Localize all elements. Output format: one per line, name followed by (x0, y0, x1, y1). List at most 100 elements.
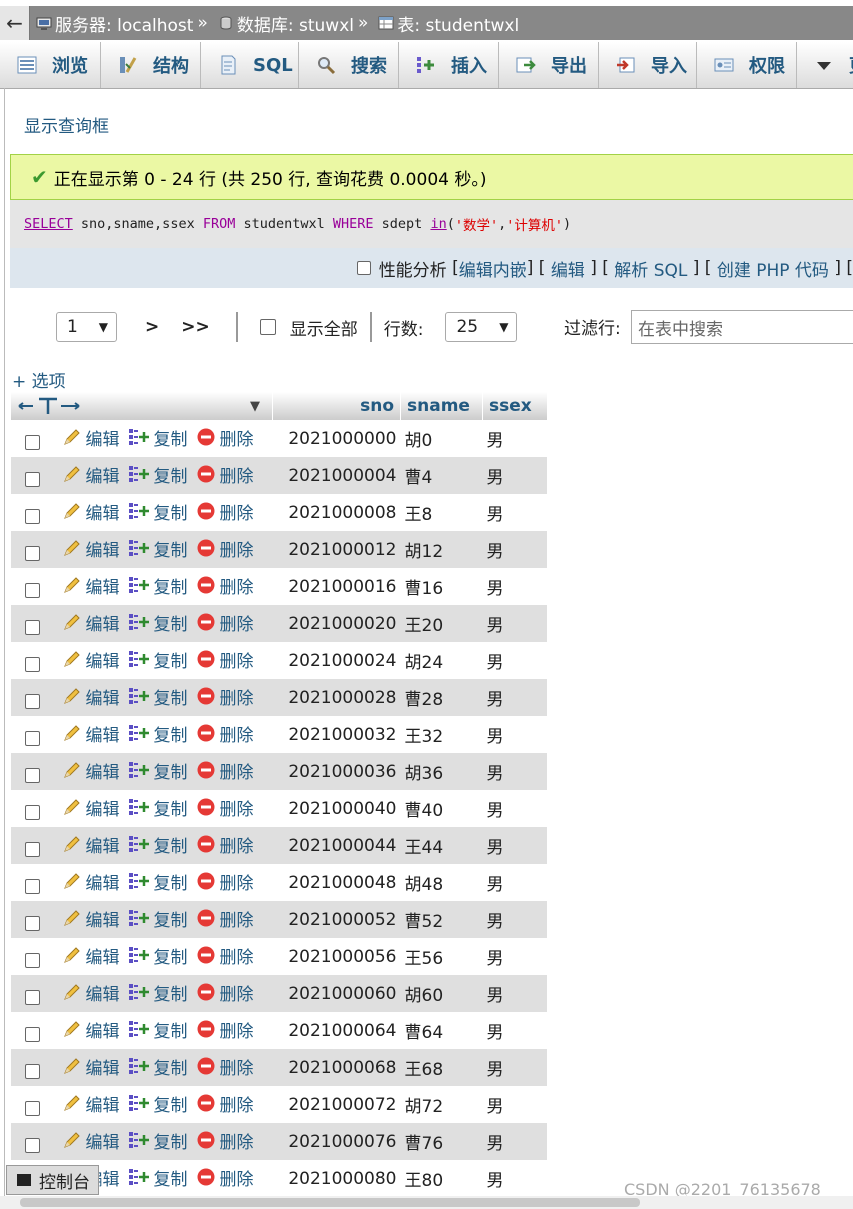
delete-row-link[interactable]: 删除 (196, 795, 254, 820)
column-header-sno[interactable]: sno (272, 392, 401, 420)
edit-row-link[interactable]: 编辑 (62, 943, 120, 968)
copy-row-link[interactable]: 复制 (128, 425, 188, 450)
tab-privileges[interactable]: 权限 (697, 42, 797, 88)
copy-row-link[interactable]: 复制 (128, 721, 188, 746)
row-checkbox[interactable] (24, 693, 40, 709)
cell-sno[interactable]: 2021000000 (273, 420, 401, 457)
cell-sname[interactable]: 王68 (400, 1049, 483, 1086)
edit-row-link[interactable]: 编辑 (62, 499, 120, 524)
column-header-ssex[interactable]: ssex (482, 392, 547, 420)
next-page-button[interactable]: > (145, 317, 159, 337)
copy-row-link[interactable]: 复制 (128, 943, 188, 968)
column-menu-triangle-icon[interactable]: ▼ (250, 399, 260, 414)
cell-sname[interactable]: 曹28 (400, 679, 483, 716)
delete-row-link[interactable]: 删除 (196, 1128, 254, 1153)
delete-row-link[interactable]: 删除 (196, 425, 254, 450)
copy-row-link[interactable]: 复制 (128, 795, 188, 820)
copy-row-link[interactable]: 复制 (128, 832, 188, 857)
cell-sname[interactable]: 王20 (400, 605, 483, 642)
cell-ssex[interactable]: 男 (483, 864, 547, 901)
cell-sname[interactable]: 王56 (401, 938, 483, 975)
profiling-checkbox[interactable] (356, 261, 371, 275)
cell-ssex[interactable]: 男 (483, 642, 547, 679)
cell-sno[interactable]: 2021000044 (272, 827, 401, 864)
cell-sname[interactable]: 曹40 (401, 790, 483, 827)
delete-row-link[interactable]: 删除 (196, 758, 254, 783)
tab-sql[interactable]: SQL (201, 42, 299, 88)
delete-row-link[interactable]: 删除 (196, 980, 254, 1005)
row-checkbox[interactable] (24, 434, 40, 450)
cell-ssex[interactable]: 男 (482, 753, 547, 790)
row-checkbox[interactable] (24, 656, 40, 672)
console-button[interactable]: 控制台 (6, 1165, 99, 1195)
row-checkbox[interactable] (24, 804, 40, 820)
delete-row-link[interactable]: 删除 (196, 1165, 254, 1190)
sql-keyword-select[interactable]: SELECT (24, 216, 73, 232)
cell-sno[interactable]: 2021000012 (272, 531, 401, 568)
copy-row-link[interactable]: 复制 (128, 1128, 188, 1153)
copy-row-link[interactable]: 复制 (128, 610, 188, 635)
sql-keyword-in[interactable]: in (430, 216, 446, 232)
edit-row-link[interactable]: 编辑 (62, 610, 120, 635)
delete-row-link[interactable]: 删除 (196, 832, 254, 857)
tab-search[interactable]: 搜索 (299, 42, 399, 88)
cell-ssex[interactable]: 男 (483, 1086, 547, 1123)
cell-ssex[interactable]: 男 (483, 1160, 547, 1197)
cell-sno[interactable]: 2021000064 (273, 1012, 401, 1049)
cell-sno[interactable]: 2021000052 (272, 901, 401, 938)
cell-sname[interactable]: 胡0 (401, 420, 483, 457)
cell-sno[interactable]: 2021000020 (272, 605, 401, 642)
cell-sname[interactable]: 胡48 (401, 864, 483, 901)
cell-sname[interactable]: 王80 (401, 1160, 483, 1197)
cell-sname[interactable]: 王8 (401, 494, 483, 531)
copy-row-link[interactable]: 复制 (128, 462, 188, 487)
rows-per-page-select[interactable]: 25 ▼ (445, 312, 518, 342)
cell-sno[interactable]: 2021000040 (273, 790, 401, 827)
delete-row-link[interactable]: 删除 (196, 943, 254, 968)
show-query-box-link[interactable]: 显示查询框 (24, 112, 109, 137)
breadcrumb-server[interactable]: 服务器: localhost (36, 11, 193, 36)
edit-row-link[interactable]: 编辑 (62, 869, 120, 894)
edit-row-link[interactable]: 编辑 (62, 832, 120, 857)
options-link[interactable]: + 选项 (12, 367, 66, 392)
cell-sno[interactable]: 2021000048 (273, 864, 401, 901)
delete-row-link[interactable]: 删除 (196, 869, 254, 894)
cell-sno[interactable]: 2021000028 (272, 679, 401, 716)
scrollbar-thumb[interactable] (20, 1198, 640, 1207)
copy-row-link[interactable]: 复制 (128, 869, 188, 894)
edit-row-link[interactable]: 编辑 (62, 906, 120, 931)
column-header-sname[interactable]: sname (400, 392, 483, 420)
copy-row-link[interactable]: 复制 (128, 906, 188, 931)
edit-inline-link[interactable]: 编辑内嵌 (459, 256, 527, 281)
copy-row-link[interactable]: 复制 (128, 1017, 188, 1042)
edit-row-link[interactable]: 编辑 (62, 1054, 120, 1079)
copy-row-link[interactable]: 复制 (128, 758, 188, 783)
row-checkbox[interactable] (24, 730, 40, 746)
cell-sno[interactable]: 2021000072 (273, 1086, 401, 1123)
row-checkbox[interactable] (24, 1063, 40, 1079)
cell-sno[interactable]: 2021000080 (273, 1160, 401, 1197)
cell-sname[interactable]: 曹52 (400, 901, 483, 938)
cell-sname[interactable]: 胡12 (400, 531, 483, 568)
cell-ssex[interactable]: 男 (483, 1012, 547, 1049)
copy-row-link[interactable]: 复制 (128, 573, 188, 598)
cell-ssex[interactable]: 男 (482, 605, 547, 642)
cell-ssex[interactable]: 男 (483, 568, 547, 605)
row-checkbox[interactable] (24, 471, 40, 487)
last-page-button[interactable]: >> (181, 317, 210, 337)
cell-ssex[interactable]: 男 (483, 716, 547, 753)
tab-browse[interactable]: 浏览 (0, 42, 101, 88)
delete-row-link[interactable]: 删除 (196, 684, 254, 709)
tab-more[interactable]: 更 (797, 42, 853, 88)
edit-row-link[interactable]: 编辑 (62, 721, 120, 746)
cell-sno[interactable]: 2021000060 (272, 975, 401, 1012)
cell-ssex[interactable]: 男 (483, 420, 547, 457)
edit-row-link[interactable]: 编辑 (62, 980, 120, 1005)
cell-sno[interactable]: 2021000068 (272, 1049, 401, 1086)
cell-sno[interactable]: 2021000008 (273, 494, 401, 531)
tab-export[interactable]: 导出 (499, 42, 599, 88)
edit-row-link[interactable]: 编辑 (62, 462, 120, 487)
edit-row-link[interactable]: 编辑 (62, 684, 120, 709)
horizontal-scrollbar[interactable] (0, 1196, 853, 1209)
copy-row-link[interactable]: 复制 (128, 684, 188, 709)
